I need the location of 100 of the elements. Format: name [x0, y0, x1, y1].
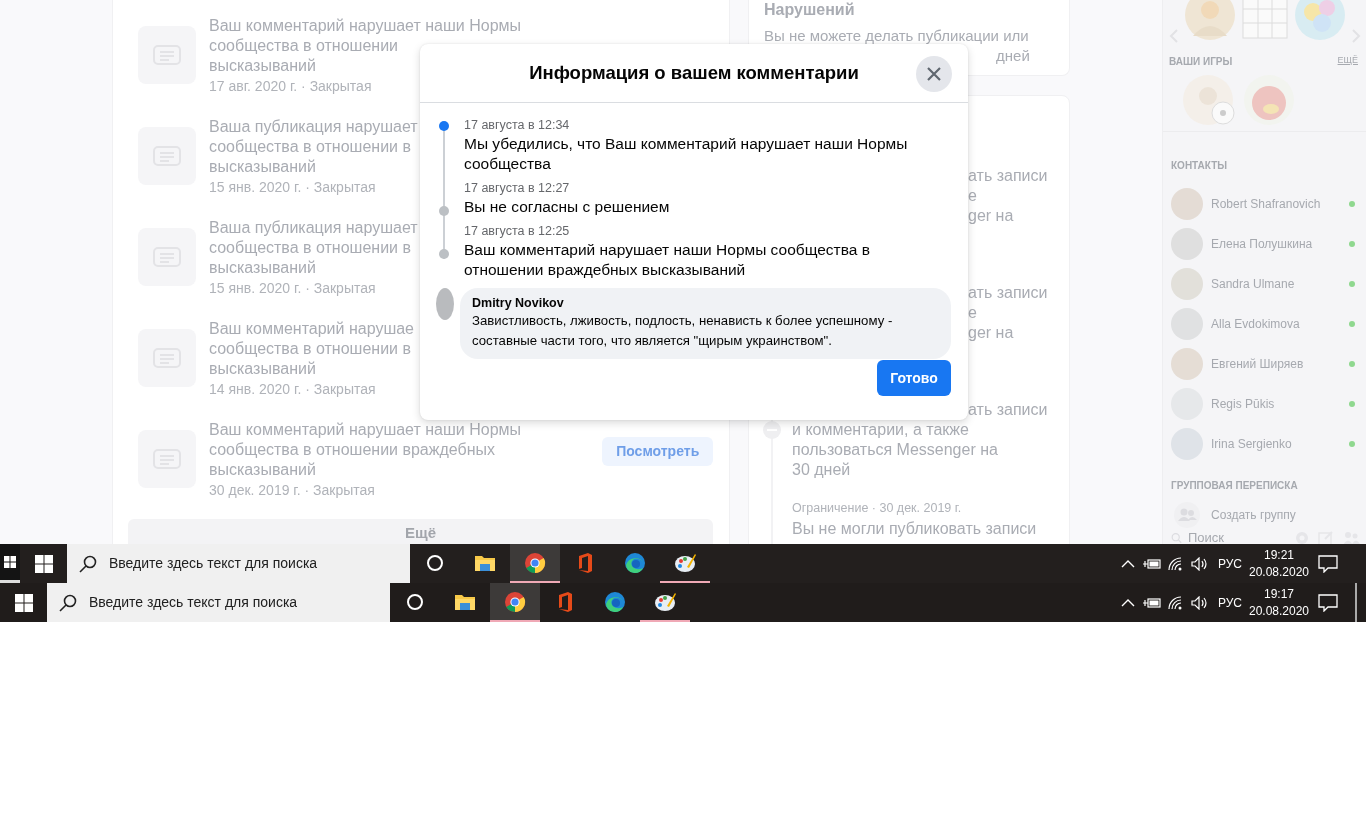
violation-text: Ваша публикация нарушает	[209, 219, 418, 236]
search-icon	[59, 593, 77, 612]
view-button[interactable]: Посмотреть	[602, 437, 713, 466]
violation-meta: 30 дек. 2019 г. · Закрытая	[209, 482, 375, 498]
history-text: е	[968, 187, 977, 204]
clock-time[interactable]: 19:17	[1248, 585, 1310, 603]
history-text: ать записи	[968, 284, 1048, 301]
history-text: ger на	[968, 324, 1014, 341]
section-heading: ГРУППОВАЯ ПЕРЕПИСКА	[1171, 480, 1298, 491]
wifi-icon[interactable]	[1168, 595, 1184, 610]
violation-text: высказываний	[209, 57, 316, 74]
clock-time[interactable]: 19:21	[1248, 546, 1310, 564]
avatar	[1171, 188, 1203, 220]
restriction-text: Вы не можете делать публикации или	[764, 27, 1029, 44]
clock-date[interactable]: 20.08.2020	[1248, 602, 1310, 620]
history-text: ать записи	[968, 401, 1048, 418]
history-text: Вы не могли публиковать записи	[792, 520, 1037, 537]
speaker-icon[interactable]	[1191, 595, 1209, 610]
search-icon	[79, 554, 97, 573]
history-text: и комментарии, а также	[792, 421, 969, 438]
contact-row[interactable]: Евгений Ширяев	[1163, 344, 1366, 384]
avatar	[1171, 228, 1203, 260]
circle-icon[interactable]	[426, 553, 444, 572]
violation-meta: 15 янв. 2020 г. · Закрытая	[209, 179, 376, 195]
card-title: Нарушений	[764, 0, 856, 19]
violation-text: высказываний	[209, 158, 316, 175]
contact-row[interactable]: Alla Evdokimova	[1163, 304, 1366, 344]
search-icon	[1171, 531, 1182, 544]
violation-text: Ваш комментарий нарушает наши Нормы	[209, 421, 522, 438]
avatar	[1171, 268, 1203, 300]
violation-text: сообщества в отношении в	[209, 138, 411, 155]
battery-icon[interactable]	[1143, 557, 1161, 570]
language-indicator[interactable]: РУС	[1212, 554, 1248, 573]
search-field[interactable]: Введите здесь текст для поиска	[89, 592, 379, 613]
browser-icon	[523, 550, 547, 575]
taskbar-app[interactable]	[510, 544, 560, 583]
section-heading: ВАШИ ИГРЫ	[1169, 55, 1233, 69]
chevron-up-icon[interactable]	[1121, 558, 1135, 569]
section-heading: КОНТАКТЫ	[1171, 160, 1228, 171]
search-box[interactable]: Введите здесь текст для поиска	[47, 583, 390, 622]
violation-text: высказываний	[209, 259, 316, 276]
violation-text: сообщества в отношении враждебных	[209, 441, 495, 458]
close-button[interactable]	[916, 56, 952, 92]
violation-text: Ваш комментарий нарушает наши Нормы	[209, 17, 522, 34]
contact-row[interactable]: Robert Shafranovich	[1163, 184, 1366, 224]
wifi-icon[interactable]	[1168, 556, 1184, 571]
history-text: ger на	[968, 207, 1014, 224]
comment-text: Завистливость, лживость, подлость, ненависть к более успешному - составные части того, что является "щирым украинством".	[472, 312, 894, 350]
history-text: 30 дней	[792, 461, 851, 478]
windows-icon[interactable]	[34, 554, 53, 573]
windows-icon[interactable]	[4, 556, 16, 568]
restriction-text: дней	[996, 47, 1030, 64]
event-date: 17 августа в 12:25	[464, 223, 571, 240]
browser-icon	[603, 589, 627, 614]
avatar	[436, 288, 454, 320]
clock-date[interactable]: 20.08.2020	[1248, 563, 1310, 581]
violation-text: высказываний	[209, 360, 316, 377]
language-indicator[interactable]: РУС	[1212, 593, 1248, 612]
browser-icon	[503, 589, 527, 614]
more-link[interactable]: ЕЩЁ	[1337, 54, 1358, 69]
violation-text: сообщества в отношении	[209, 37, 398, 54]
violation-meta: 15 янв. 2020 г. · Закрытая	[209, 280, 376, 296]
event-date: 17 августа в 12:27	[464, 180, 571, 197]
notification-icon[interactable]	[1318, 593, 1338, 612]
contact-row[interactable]: Sandra Ulmane	[1163, 264, 1366, 304]
contact-row[interactable]: Елена Полушкина	[1163, 224, 1366, 264]
done-button[interactable]: Готово	[877, 360, 951, 396]
event-text: Ваш комментарий нарушает наши Нормы сообщества в отношении враждебных высказываний	[464, 240, 871, 280]
dialog-title: Информация о вашем комментарии	[529, 61, 859, 86]
event-text: Мы убедились, что Ваш комментарий нарушает наши Нормы сообщества	[464, 134, 909, 174]
history-text: пользоваться Messenger на	[792, 441, 998, 458]
browser-icon	[623, 550, 647, 575]
contact-row[interactable]: Irina Sergienko	[1163, 424, 1366, 464]
comment-author: Dmitry Novikov	[472, 295, 565, 311]
taskbar-app[interactable]	[490, 583, 540, 622]
search-box[interactable]: Введите здесь текст для поиска	[67, 544, 410, 583]
history-meta: Ограничение · 30 дек. 2019 г.	[792, 500, 963, 516]
more-button[interactable]: Ещё	[128, 519, 713, 544]
search-field[interactable]: Введите здесь текст для поиска	[109, 553, 399, 574]
search-field[interactable]: Поиск	[1188, 528, 1288, 544]
violation-text: высказываний	[209, 461, 316, 478]
event-text: Вы не согласны с решением	[464, 197, 670, 217]
chevron-up-icon[interactable]	[1121, 597, 1135, 608]
contact-row[interactable]: Regis Pūkis	[1163, 384, 1366, 424]
violation-text: сообщества в отношении в	[209, 239, 411, 256]
violation-meta: 14 янв. 2020 г. · Закрытая	[209, 381, 376, 397]
battery-icon[interactable]	[1143, 596, 1161, 609]
history-text: ать записи	[968, 167, 1048, 184]
violation-text: Ваш комментарий нарушае	[209, 320, 414, 337]
violation-text: сообщества в отношении в	[209, 340, 411, 357]
windows-icon[interactable]	[14, 593, 33, 612]
avatar	[1171, 348, 1203, 380]
circle-icon[interactable]	[406, 592, 424, 611]
event-date: 17 августа в 12:34	[464, 117, 571, 134]
speaker-icon[interactable]	[1191, 556, 1209, 571]
violation-meta: 17 авг. 2020 г. · Закрытая	[209, 78, 372, 94]
violation-text: Ваша публикация нарушает	[209, 118, 418, 135]
notification-icon[interactable]	[1318, 554, 1338, 573]
history-text: е	[968, 304, 977, 321]
create-group-row[interactable]: Создать группу	[1163, 502, 1366, 528]
